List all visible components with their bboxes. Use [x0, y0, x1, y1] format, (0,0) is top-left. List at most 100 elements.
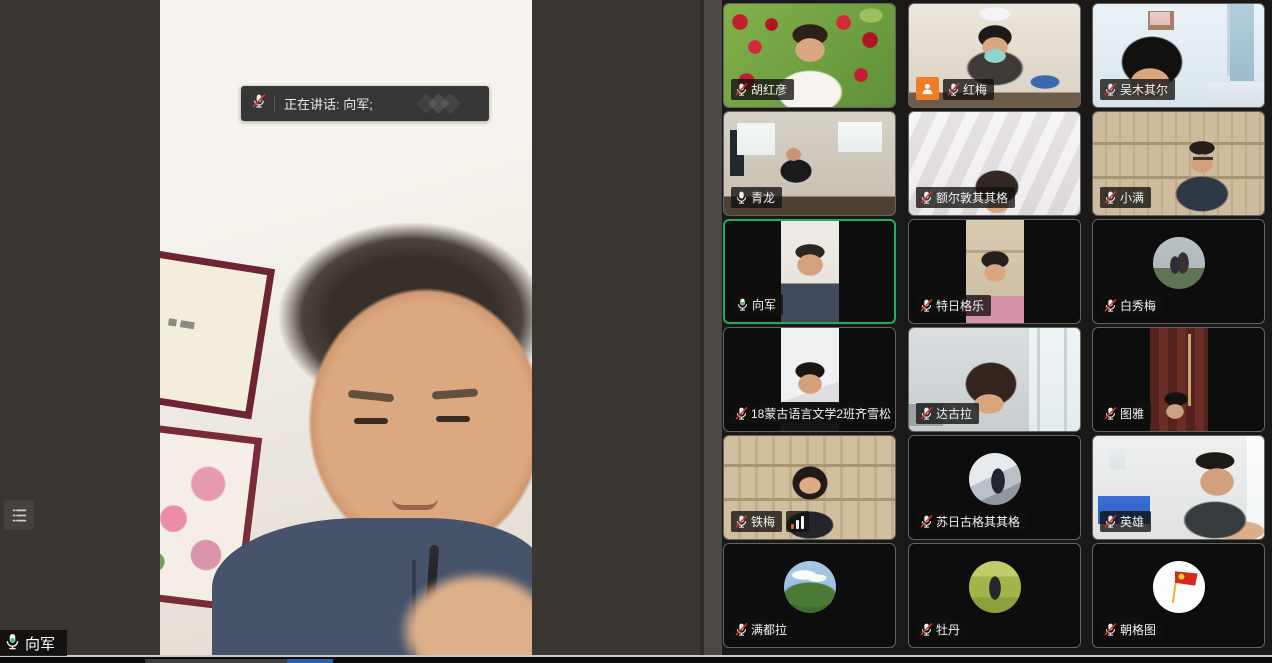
tile-badge-row: 满都拉: [731, 619, 794, 640]
mic-muted-icon: [1103, 190, 1118, 205]
participant-name: 向军: [752, 299, 776, 311]
participant-name: 18蒙古语言文学2班齐雪松: [751, 408, 891, 420]
tile-badge-row: 小满: [1100, 187, 1151, 208]
participant-name-label: 18蒙古语言文学2班齐雪松: [731, 403, 896, 424]
speaker-eye: [354, 418, 388, 424]
tile-badge-row: 图雅: [1100, 403, 1151, 424]
tile-badge-row: 18蒙古语言文学2班齐雪松: [731, 403, 896, 424]
avatar: [969, 561, 1021, 613]
participant-name-label: 铁梅: [731, 511, 782, 532]
speaking-toast-text: 正在讲话: 向军;: [284, 94, 373, 113]
background-window-sliver: [0, 657, 1272, 663]
mic-muted-icon: [734, 622, 749, 637]
mic-muted-icon: [1103, 622, 1118, 637]
stage-pane: 正在讲话: 向军; 向军: [0, 0, 700, 656]
mic-muted-icon: [734, 514, 749, 529]
avatar: [1153, 237, 1205, 289]
mic-muted-icon: [919, 406, 934, 421]
participant-name-label: 满都拉: [731, 619, 794, 640]
avatar: [1153, 561, 1205, 613]
participant-name-label: 英雄: [1100, 511, 1151, 532]
participant-name: 满都拉: [751, 624, 787, 636]
participant-tile[interactable]: 英雄: [1092, 435, 1265, 540]
participant-name: 英雄: [1120, 516, 1144, 528]
video-feed: [781, 221, 839, 322]
mic-muted-icon: [734, 82, 749, 97]
mic-muted-icon: [1103, 298, 1118, 313]
participant-tile[interactable]: 苏日古格其其格: [908, 435, 1081, 540]
tile-badge-row: 达古拉: [916, 403, 979, 424]
tile-badge-row: 朝格图: [1100, 619, 1163, 640]
participant-tile[interactable]: 向军: [723, 219, 896, 324]
participant-name-label: 吴木其尔: [1100, 79, 1175, 100]
tile-badge-row: 额尔敦其其格: [916, 187, 1015, 208]
main-speaker-name-label: 向军: [0, 630, 67, 656]
mic-muted-icon: [919, 298, 934, 313]
member-list-button[interactable]: [4, 500, 34, 530]
participant-tile[interactable]: 吴木其尔: [1092, 3, 1265, 108]
participant-name: 朝格图: [1120, 624, 1156, 636]
participant-tile[interactable]: 额尔敦其其格: [908, 111, 1081, 216]
list-icon: [11, 507, 28, 524]
network-signal-icon: [786, 511, 809, 532]
tile-badge-row: 牡丹: [916, 619, 967, 640]
participant-grid: 胡红彦 红梅 吴木其尔青龙 额尔敦其其格 小满向军 特日格乐 白秀梅 18蒙古语言文学2班齐雪…: [722, 0, 1272, 656]
participant-name: 特日格乐: [936, 300, 984, 312]
mic-on-icon: [3, 632, 22, 655]
tile-badge-row: 特日格乐: [916, 295, 991, 316]
participant-tile[interactable]: 18蒙古语言文学2班齐雪松: [723, 327, 896, 432]
tile-badge-row: 铁梅: [731, 511, 809, 532]
background-window-accent: [287, 659, 333, 663]
participant-name-label: 牡丹: [916, 619, 967, 640]
tile-badge-row: 向军: [732, 294, 783, 315]
participant-name: 牡丹: [936, 624, 960, 636]
mic-muted-icon: [919, 622, 934, 637]
video-feed: [1150, 328, 1208, 431]
participant-name: 图雅: [1120, 408, 1144, 420]
participant-name: 额尔敦其其格: [936, 192, 1008, 204]
participant-tile[interactable]: 白秀梅: [1092, 219, 1265, 324]
participant-name-label: 达古拉: [916, 403, 979, 424]
participant-name: 红梅: [963, 84, 987, 96]
participant-name-label: 白秀梅: [1100, 295, 1163, 316]
tile-badge-row: 苏日古格其其格: [916, 511, 1027, 532]
participant-name: 苏日古格其其格: [936, 516, 1020, 528]
participant-name: 胡红彦: [751, 84, 787, 96]
avatar: [784, 561, 836, 613]
participant-name-label: 图雅: [1100, 403, 1151, 424]
mic-muted-icon: [1103, 406, 1118, 421]
participant-tile[interactable]: 图雅: [1092, 327, 1265, 432]
participant-tile[interactable]: 铁梅: [723, 435, 896, 540]
participant-tile[interactable]: 青龙: [723, 111, 896, 216]
participant-name-label: 胡红彦: [731, 79, 794, 100]
participant-tile[interactable]: 满都拉: [723, 543, 896, 648]
participant-tile[interactable]: 牡丹: [908, 543, 1081, 648]
participant-tile[interactable]: 朝格图: [1092, 543, 1265, 648]
mic-muted-icon: [919, 514, 934, 529]
background-window-bar: [145, 659, 287, 663]
speaking-toast: 正在讲话: 向军;: [241, 86, 489, 121]
grid-scrollbar[interactable]: [700, 0, 722, 656]
host-badge-icon: [916, 77, 939, 100]
participant-name-label: 红梅: [943, 79, 994, 100]
participant-tile[interactable]: 特日格乐: [908, 219, 1081, 324]
speaker-eye: [436, 416, 470, 422]
participant-tile[interactable]: 胡红彦: [723, 3, 896, 108]
participant-name: 小满: [1120, 192, 1144, 204]
participant-tile[interactable]: 小满: [1092, 111, 1265, 216]
tile-badge-row: 胡红彦: [731, 79, 794, 100]
participant-name: 达古拉: [936, 408, 972, 420]
mic-muted-icon: [946, 82, 961, 97]
speaker-mouth: [392, 498, 438, 510]
tile-badge-row: 吴木其尔: [1100, 79, 1175, 100]
mic-muted-icon: [734, 406, 749, 421]
participant-tile[interactable]: 红梅: [908, 3, 1081, 108]
main-speaker-name: 向军: [25, 633, 55, 654]
speaker-face: [308, 288, 532, 556]
avatar: [969, 453, 1021, 505]
tile-badge-row: 青龙: [731, 187, 782, 208]
participant-name-label: 朝格图: [1100, 619, 1163, 640]
participant-name-label: 特日格乐: [916, 295, 991, 316]
mic-on-icon: [735, 297, 750, 312]
participant-tile[interactable]: 达古拉: [908, 327, 1081, 432]
